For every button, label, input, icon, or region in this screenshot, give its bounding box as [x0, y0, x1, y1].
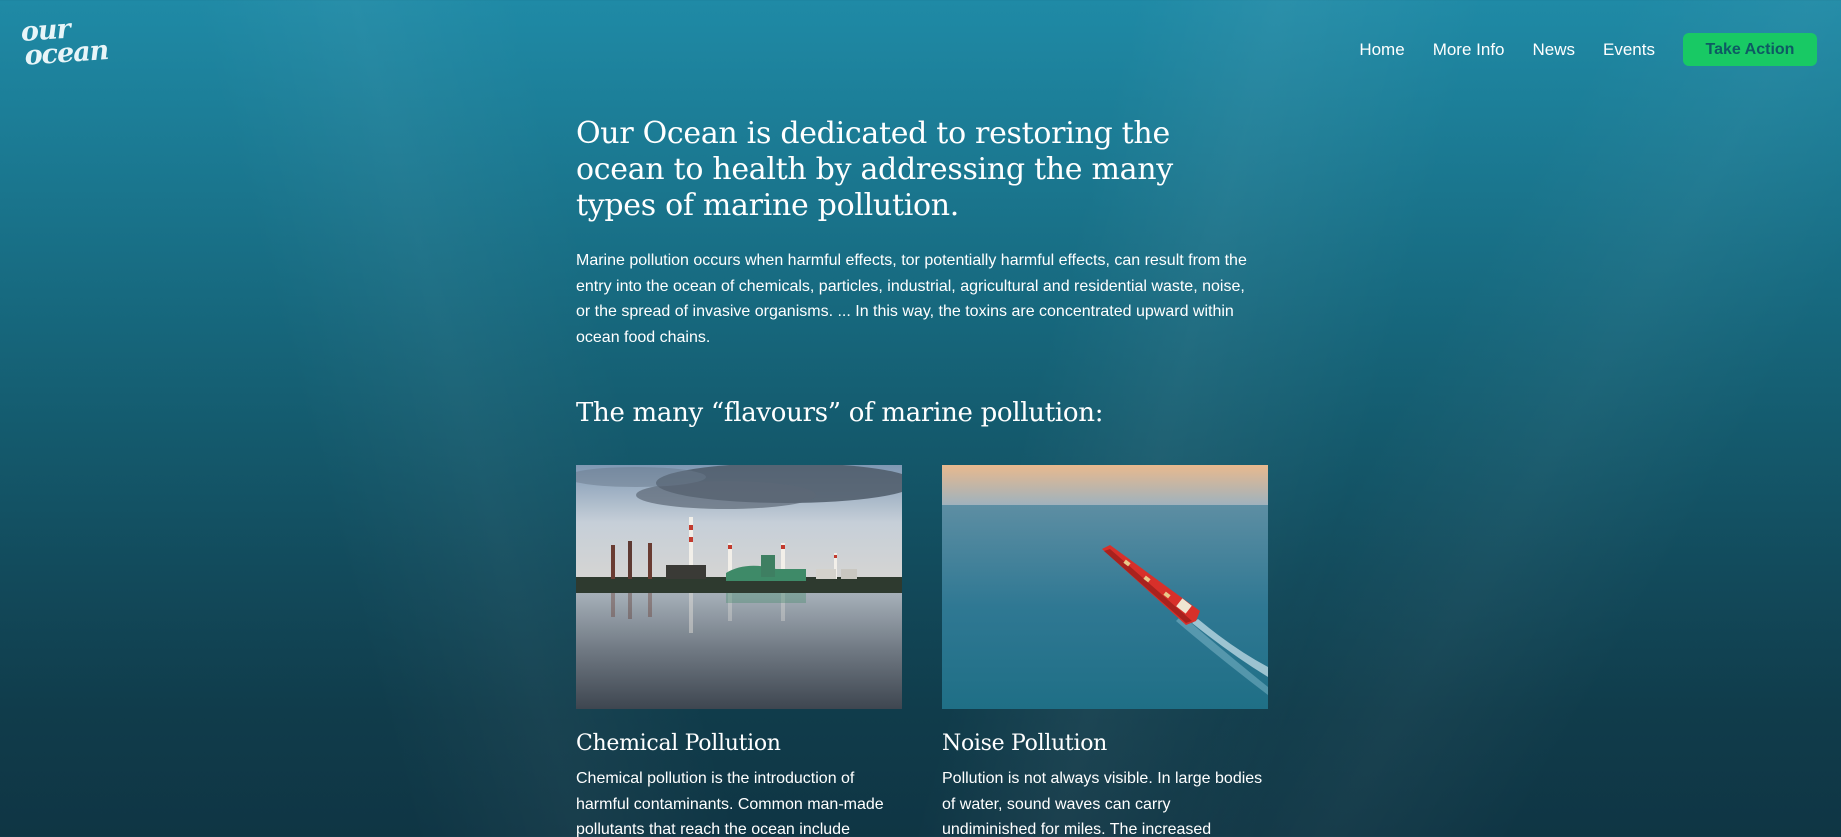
- page-title: Our Ocean is dedicated to restoring the …: [576, 116, 1173, 223]
- card-title: Chemical Pollution: [576, 731, 781, 756]
- take-action-button[interactable]: Take Action: [1683, 33, 1817, 66]
- nav-events[interactable]: Events: [1603, 40, 1655, 60]
- card-text: Chemical pollution is the introduction o…: [576, 770, 884, 837]
- industrial-waterfront-image: [576, 465, 902, 709]
- card-chemical-pollution: Chemical Pollution Chemical pollution is…: [576, 465, 902, 837]
- nav-home[interactable]: Home: [1359, 40, 1404, 60]
- nav-news[interactable]: News: [1533, 40, 1576, 60]
- card-title: Noise Pollution: [942, 731, 1108, 756]
- card-noise-pollution: Noise Pollution Pollution is not always …: [942, 465, 1268, 837]
- red-cargo-ship-image: [942, 465, 1268, 709]
- main-nav: Home More Info News Events Take Action: [1359, 33, 1817, 66]
- nav-more-info[interactable]: More Info: [1433, 40, 1505, 60]
- main-content: Our Ocean is dedicated to restoring the …: [576, 116, 1268, 837]
- logo-line-2: ocean: [23, 34, 110, 72]
- pollution-cards: Chemical Pollution Chemical pollution is…: [576, 465, 1268, 837]
- card-text: Pollution is not always visible. In larg…: [942, 770, 1263, 837]
- section-title: The many “flavours” of marine pollution:: [576, 398, 1104, 428]
- our-ocean-logo[interactable]: our ocean: [20, 14, 110, 77]
- intro-paragraph: Marine pollution occurs when harmful eff…: [576, 252, 1247, 346]
